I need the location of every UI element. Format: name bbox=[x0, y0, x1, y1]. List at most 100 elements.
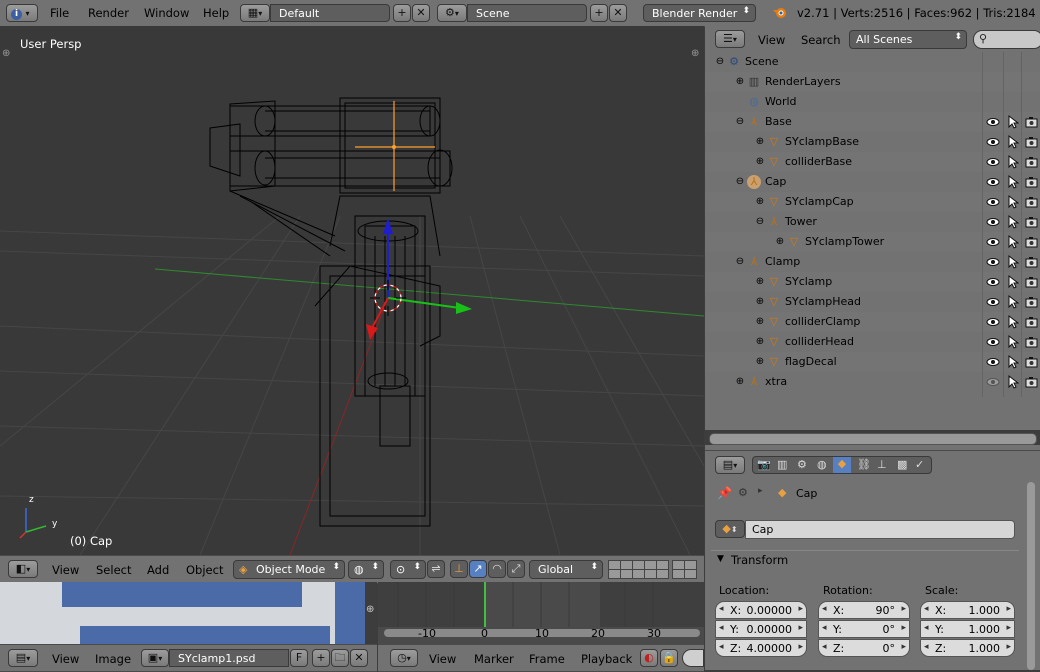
render-tab-icon[interactable]: 📷 bbox=[757, 458, 771, 471]
remove-scene-button[interactable]: ✕ bbox=[609, 4, 627, 22]
transform-panel-header[interactable]: ▼ Transform bbox=[711, 550, 1019, 569]
decrement-arrow-icon[interactable]: ◂ bbox=[719, 642, 724, 652]
select-cursor-icon[interactable] bbox=[1007, 174, 1020, 189]
fake-user-button[interactable]: F bbox=[290, 649, 308, 667]
outliner-item[interactable]: ⊕ ▽ SYclamp bbox=[705, 272, 1040, 292]
region-plus-icon[interactable]: ⊕ bbox=[2, 48, 10, 59]
eye-icon[interactable] bbox=[986, 315, 1000, 329]
menu-add[interactable]: Add bbox=[147, 563, 169, 577]
render-camera-icon[interactable] bbox=[1025, 176, 1038, 188]
select-cursor-icon[interactable] bbox=[1007, 114, 1020, 129]
expand-icon[interactable]: ⊕ bbox=[753, 335, 767, 349]
location-y-field[interactable]: ◂ Y: 0.00000 ▸ bbox=[715, 620, 807, 638]
menu-view[interactable]: View bbox=[758, 33, 785, 47]
eye-icon[interactable] bbox=[986, 295, 1000, 309]
location-x-field[interactable]: ◂ X: 0.00000 ▸ bbox=[715, 601, 807, 619]
menu-frame[interactable]: Frame bbox=[529, 652, 565, 666]
menu-select[interactable]: Select bbox=[96, 563, 131, 577]
physics-tab-icon[interactable]: ✓ bbox=[915, 458, 924, 471]
expand-icon[interactable]: ⊕ bbox=[733, 75, 747, 89]
renderlayers-tab-icon[interactable]: ▥ bbox=[777, 458, 787, 471]
scale-x-field[interactable]: ◂ X: 1.000 ▸ bbox=[920, 601, 1015, 619]
display-mode-select[interactable]: All Scenes ⬍ bbox=[849, 30, 967, 49]
select-cursor-icon[interactable] bbox=[1007, 354, 1020, 369]
decrement-arrow-icon[interactable]: ◂ bbox=[924, 604, 929, 614]
outliner-item[interactable]: ⊖ ⅄ Clamp bbox=[705, 252, 1040, 272]
new-image-button[interactable]: + bbox=[312, 649, 330, 667]
render-camera-icon[interactable] bbox=[1025, 356, 1038, 368]
menu-marker[interactable]: Marker bbox=[474, 652, 514, 666]
mode-select[interactable]: ◈ Object Mode ⬍ bbox=[233, 560, 345, 579]
increment-arrow-icon[interactable]: ▸ bbox=[901, 642, 906, 652]
remove-layout-button[interactable]: ✕ bbox=[412, 4, 430, 22]
eye-icon[interactable] bbox=[986, 335, 1000, 349]
select-cursor-icon[interactable] bbox=[1007, 254, 1020, 269]
expand-icon[interactable]: ⊕ bbox=[733, 375, 747, 389]
select-cursor-icon[interactable] bbox=[1007, 134, 1020, 149]
increment-arrow-icon[interactable]: ▸ bbox=[798, 642, 803, 652]
menu-search[interactable]: Search bbox=[801, 33, 841, 47]
image-browse-button[interactable]: ▣▾ bbox=[141, 649, 169, 667]
image-name-field[interactable]: SYclamp1.psd bbox=[169, 649, 289, 667]
outliner-item[interactable]: ⊕ ▥ RenderLayers bbox=[705, 72, 1040, 92]
info-editor-button[interactable]: i ▾ bbox=[6, 4, 38, 22]
add-layout-button[interactable]: + bbox=[393, 4, 411, 22]
render-engine-select[interactable]: Blender Render ⬍ bbox=[643, 4, 756, 22]
layout-picker-button[interactable]: ▦▾ bbox=[240, 4, 270, 22]
decrement-arrow-icon[interactable]: ◂ bbox=[924, 623, 929, 633]
modifiers-tab-icon[interactable]: ⊥ bbox=[877, 458, 887, 471]
outliner-item[interactable]: ⊕ ▽ colliderBase bbox=[705, 152, 1040, 172]
object-tab-icon[interactable]: ◆ bbox=[833, 457, 851, 473]
increment-arrow-icon[interactable]: ▸ bbox=[1006, 623, 1011, 633]
menu-object[interactable]: Object bbox=[186, 563, 223, 577]
location-z-field[interactable]: ◂ Z: 4.00000 ▸ bbox=[715, 639, 807, 657]
scene-field[interactable]: Scene bbox=[467, 4, 587, 22]
render-camera-icon[interactable] bbox=[1025, 196, 1038, 208]
render-camera-icon[interactable] bbox=[1025, 256, 1038, 268]
unlink-image-button[interactable]: ✕ bbox=[350, 649, 368, 667]
outliner-item[interactable]: ⊕ ▽ SYclampBase bbox=[705, 132, 1040, 152]
eye-icon[interactable] bbox=[986, 355, 1000, 369]
select-cursor-icon[interactable] bbox=[1007, 334, 1020, 349]
eye-icon[interactable] bbox=[986, 375, 1000, 389]
outliner-item[interactable]: ⊕ ▽ SYclampCap bbox=[705, 192, 1040, 212]
object-name-field[interactable]: Cap bbox=[745, 520, 1015, 539]
decrement-arrow-icon[interactable]: ◂ bbox=[719, 604, 724, 614]
outliner-item[interactable]: ⊖ ⅄ Base bbox=[705, 112, 1040, 132]
texture-tab-icon[interactable]: ▩ bbox=[897, 458, 907, 471]
eye-icon[interactable] bbox=[986, 235, 1000, 249]
increment-arrow-icon[interactable]: ▸ bbox=[1006, 604, 1011, 614]
editor-type-button[interactable]: ◷▾ bbox=[390, 649, 418, 667]
expand-icon[interactable]: ⊕ bbox=[753, 275, 767, 289]
render-camera-icon[interactable] bbox=[1025, 156, 1038, 168]
outliner-item[interactable]: ⊕ ▽ flagDecal bbox=[705, 352, 1040, 372]
menu-window[interactable]: Window bbox=[144, 6, 189, 20]
menu-view[interactable]: View bbox=[52, 563, 79, 577]
decrement-arrow-icon[interactable]: ◂ bbox=[822, 604, 827, 614]
expand-icon[interactable]: ⊕ bbox=[773, 235, 787, 249]
render-camera-icon[interactable] bbox=[1025, 116, 1038, 128]
scene-tab-icon[interactable]: ⚙ bbox=[797, 458, 807, 471]
world-tab-icon[interactable]: ◍ bbox=[817, 458, 827, 471]
select-cursor-icon[interactable] bbox=[1007, 374, 1020, 389]
outliner-item[interactable]: ⊖ ⚙ Scene bbox=[705, 52, 1040, 72]
select-cursor-icon[interactable] bbox=[1007, 194, 1020, 209]
collapse-icon[interactable]: ⊖ bbox=[733, 115, 747, 129]
outliner-item[interactable]: ◍ World bbox=[705, 92, 1040, 112]
menu-render[interactable]: Render bbox=[88, 6, 129, 20]
collapse-icon[interactable]: ⊖ bbox=[713, 55, 727, 69]
constraints-tab-icon[interactable]: ⛓ bbox=[857, 458, 871, 471]
shading-select[interactable]: ◍ ⬍ bbox=[348, 560, 384, 579]
render-camera-icon[interactable] bbox=[1025, 296, 1038, 308]
translate-manipulator-button[interactable]: ⊥ bbox=[450, 560, 468, 578]
rotation-y-field[interactable]: ◂ Y: 0° ▸ bbox=[818, 620, 910, 638]
pin-icon[interactable]: 📌 bbox=[717, 486, 732, 500]
layer-buttons[interactable] bbox=[608, 560, 704, 579]
editor-type-button[interactable]: ▤▾ bbox=[8, 649, 38, 667]
collapse-icon[interactable]: ⊖ bbox=[753, 215, 767, 229]
increment-arrow-icon[interactable]: ▸ bbox=[901, 604, 906, 614]
layout-field[interactable]: Default bbox=[270, 4, 390, 22]
eye-icon[interactable] bbox=[986, 175, 1000, 189]
eye-icon[interactable] bbox=[986, 155, 1000, 169]
menu-view[interactable]: View bbox=[52, 652, 79, 666]
